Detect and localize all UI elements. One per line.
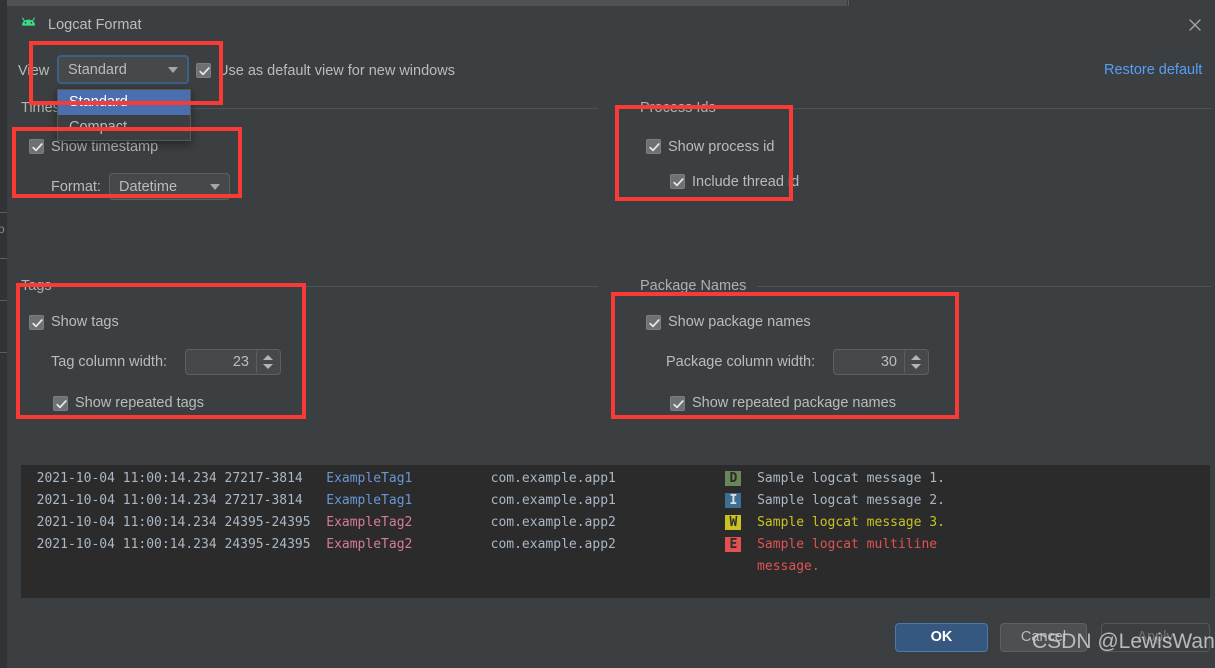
log-gap <box>616 471 726 486</box>
android-icon <box>21 16 40 31</box>
spinner-down-icon[interactable] <box>263 364 273 369</box>
log-gap <box>616 537 726 552</box>
show-repeated-package-names-label: Show repeated package names <box>692 395 896 411</box>
show-timestamp-label: Show timestamp <box>51 139 158 155</box>
log-package: com.example.app2 <box>491 515 616 530</box>
include-thread-id-label: Include thread id <box>692 174 799 190</box>
show-package-names-checkbox[interactable] <box>646 315 661 330</box>
log-gap <box>412 471 490 486</box>
tag-column-width-spinner[interactable]: 23 <box>185 349 281 375</box>
log-row: 2021-10-04 11:00:14.234 27217-3814 Examp… <box>21 471 945 493</box>
show-repeated-tags-label: Show repeated tags <box>75 395 204 411</box>
log-severity-badge: W <box>725 515 741 530</box>
restore-default-link[interactable]: Restore default <box>1104 62 1202 78</box>
package-column-width-label: Package column width: <box>666 354 815 370</box>
log-package: com.example.app2 <box>491 537 616 552</box>
background-window-top-strip <box>7 0 847 6</box>
show-tags-checkbox[interactable] <box>29 315 44 330</box>
log-timestamp: 2021-10-04 11:00:14.234 24395-24395 <box>21 537 326 552</box>
chevron-down-icon <box>168 67 178 73</box>
log-package: com.example.app1 <box>491 471 616 486</box>
view-combobox[interactable]: Standard <box>57 55 189 84</box>
show-timestamp-checkbox[interactable] <box>29 139 44 154</box>
log-message: Sample logcat message 1. <box>741 471 945 486</box>
timestamp-format-value: Datetime <box>119 179 177 195</box>
log-severity-badge: I <box>725 493 741 508</box>
log-row: 2021-10-04 11:00:14.234 24395-24395 Exam… <box>21 537 937 559</box>
watermark: CSDN @LewisWang_ <box>1032 630 1215 654</box>
process-ids-group-title: Process Ids <box>640 100 721 116</box>
tag-column-width-value: 23 <box>233 354 249 370</box>
log-tag: ExampleTag2 <box>326 537 412 552</box>
log-package: com.example.app1 <box>491 493 616 508</box>
spinner-down-icon[interactable] <box>911 364 921 369</box>
log-timestamp: 2021-10-04 11:00:14.234 27217-3814 <box>21 493 326 508</box>
logcat-format-dialog: Logcat Format View Standard Standard Com… <box>7 7 1215 668</box>
package-column-width-value: 30 <box>881 354 897 370</box>
log-row-continuation: message. <box>21 559 820 581</box>
log-timestamp: 2021-10-04 11:00:14.234 24395-24395 <box>21 515 326 530</box>
view-option-standard[interactable]: Standard <box>58 90 190 115</box>
show-tags-label: Show tags <box>51 314 119 330</box>
background-window-line-4 <box>0 352 7 353</box>
close-icon[interactable] <box>1183 13 1207 37</box>
log-gap <box>616 493 726 508</box>
background-window-line-3 <box>0 300 7 301</box>
view-option-compact[interactable]: Compact <box>58 115 190 140</box>
log-message-continuation: message. <box>741 559 819 574</box>
view-label: View <box>18 63 49 79</box>
log-gap <box>412 537 490 552</box>
dialog-title: Logcat Format <box>48 17 142 33</box>
background-window-line-1 <box>0 212 7 213</box>
log-tag: ExampleTag2 <box>326 515 412 530</box>
spinner-divider <box>256 351 257 373</box>
view-combobox-value: Standard <box>68 62 127 78</box>
log-severity-badge: D <box>725 471 741 486</box>
log-row: 2021-10-04 11:00:14.234 24395-24395 Exam… <box>21 515 945 537</box>
log-severity-badge: E <box>725 537 741 552</box>
timestamp-format-combobox[interactable]: Datetime <box>109 173 230 200</box>
log-message: Sample logcat message 3. <box>741 515 945 530</box>
log-message: Sample logcat message 2. <box>741 493 945 508</box>
show-repeated-package-names-checkbox[interactable] <box>670 396 685 411</box>
log-gap <box>412 515 490 530</box>
logcat-preview-panel: 2021-10-04 11:00:14.234 27217-3814 Examp… <box>21 465 1210 598</box>
ok-button[interactable]: OK <box>895 623 988 652</box>
background-window-divider <box>848 0 849 6</box>
package-names-group-title: Package Names <box>640 278 751 294</box>
use-as-default-label: Use as default view for new windows <box>218 63 455 79</box>
tags-group-title: Tags <box>21 278 57 294</box>
show-repeated-tags-checkbox[interactable] <box>53 396 68 411</box>
show-process-id-label: Show process id <box>668 139 774 155</box>
spinner-up-icon[interactable] <box>911 355 921 360</box>
include-thread-id-checkbox[interactable] <box>670 174 685 189</box>
dialog-titlebar: Logcat Format <box>7 7 1215 40</box>
background-window-line-2 <box>0 258 7 259</box>
timestamp-format-label: Format: <box>51 179 101 195</box>
log-gap <box>616 515 726 530</box>
log-timestamp: 2021-10-04 11:00:14.234 27217-3814 <box>21 471 326 486</box>
show-process-id-checkbox[interactable] <box>646 139 661 154</box>
background-window-edge <box>0 0 7 668</box>
log-severity-spacer <box>725 559 741 574</box>
background-window-glyph: o <box>0 222 5 236</box>
log-row: 2021-10-04 11:00:14.234 27217-3814 Examp… <box>21 493 945 515</box>
log-gap <box>21 559 725 574</box>
view-dropdown-popup[interactable]: Standard Compact <box>57 89 191 141</box>
log-gap <box>412 493 490 508</box>
log-tag: ExampleTag1 <box>326 493 412 508</box>
package-column-width-spinner[interactable]: 30 <box>833 349 929 375</box>
screenshot-root: o Logcat Format View S <box>0 0 1215 668</box>
tag-column-width-label: Tag column width: <box>51 354 167 370</box>
tags-group-rule <box>62 286 598 287</box>
package-names-group-rule <box>757 286 1211 287</box>
use-as-default-checkbox[interactable] <box>196 63 211 78</box>
log-tag: ExampleTag1 <box>326 471 412 486</box>
spinner-up-icon[interactable] <box>263 355 273 360</box>
log-message: Sample logcat multiline <box>741 537 937 552</box>
process-ids-group-rule <box>719 108 1211 109</box>
spinner-divider <box>904 351 905 373</box>
show-package-names-label: Show package names <box>668 314 811 330</box>
chevron-down-icon <box>210 184 220 190</box>
